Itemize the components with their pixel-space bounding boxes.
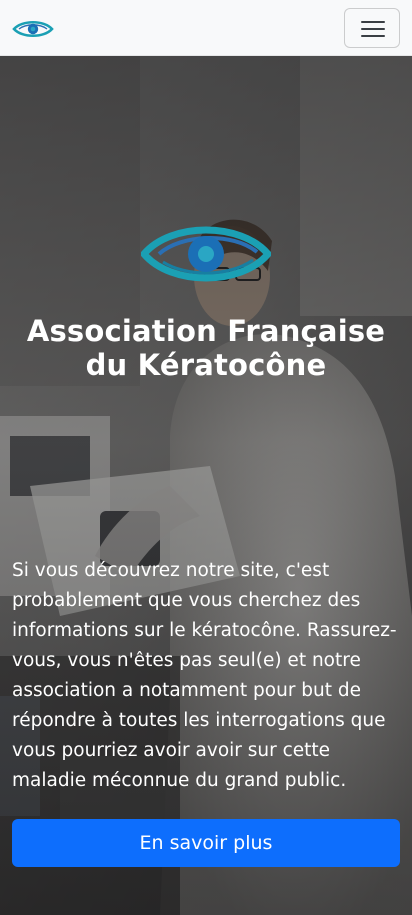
- top-navbar: [0, 0, 412, 56]
- hero-section: Association Française du Kératocône Si v…: [0, 56, 412, 915]
- hamburger-menu-icon: [361, 21, 385, 23]
- menu-toggle-button[interactable]: [344, 8, 400, 48]
- eye-icon: [141, 226, 271, 282]
- learn-more-button[interactable]: En savoir plus: [12, 819, 400, 867]
- eye-icon[interactable]: [12, 17, 54, 41]
- hero-description: Si vous découvrez notre site, c'est prob…: [12, 560, 397, 791]
- page-title: Association Française du Kératocône: [26, 314, 386, 382]
